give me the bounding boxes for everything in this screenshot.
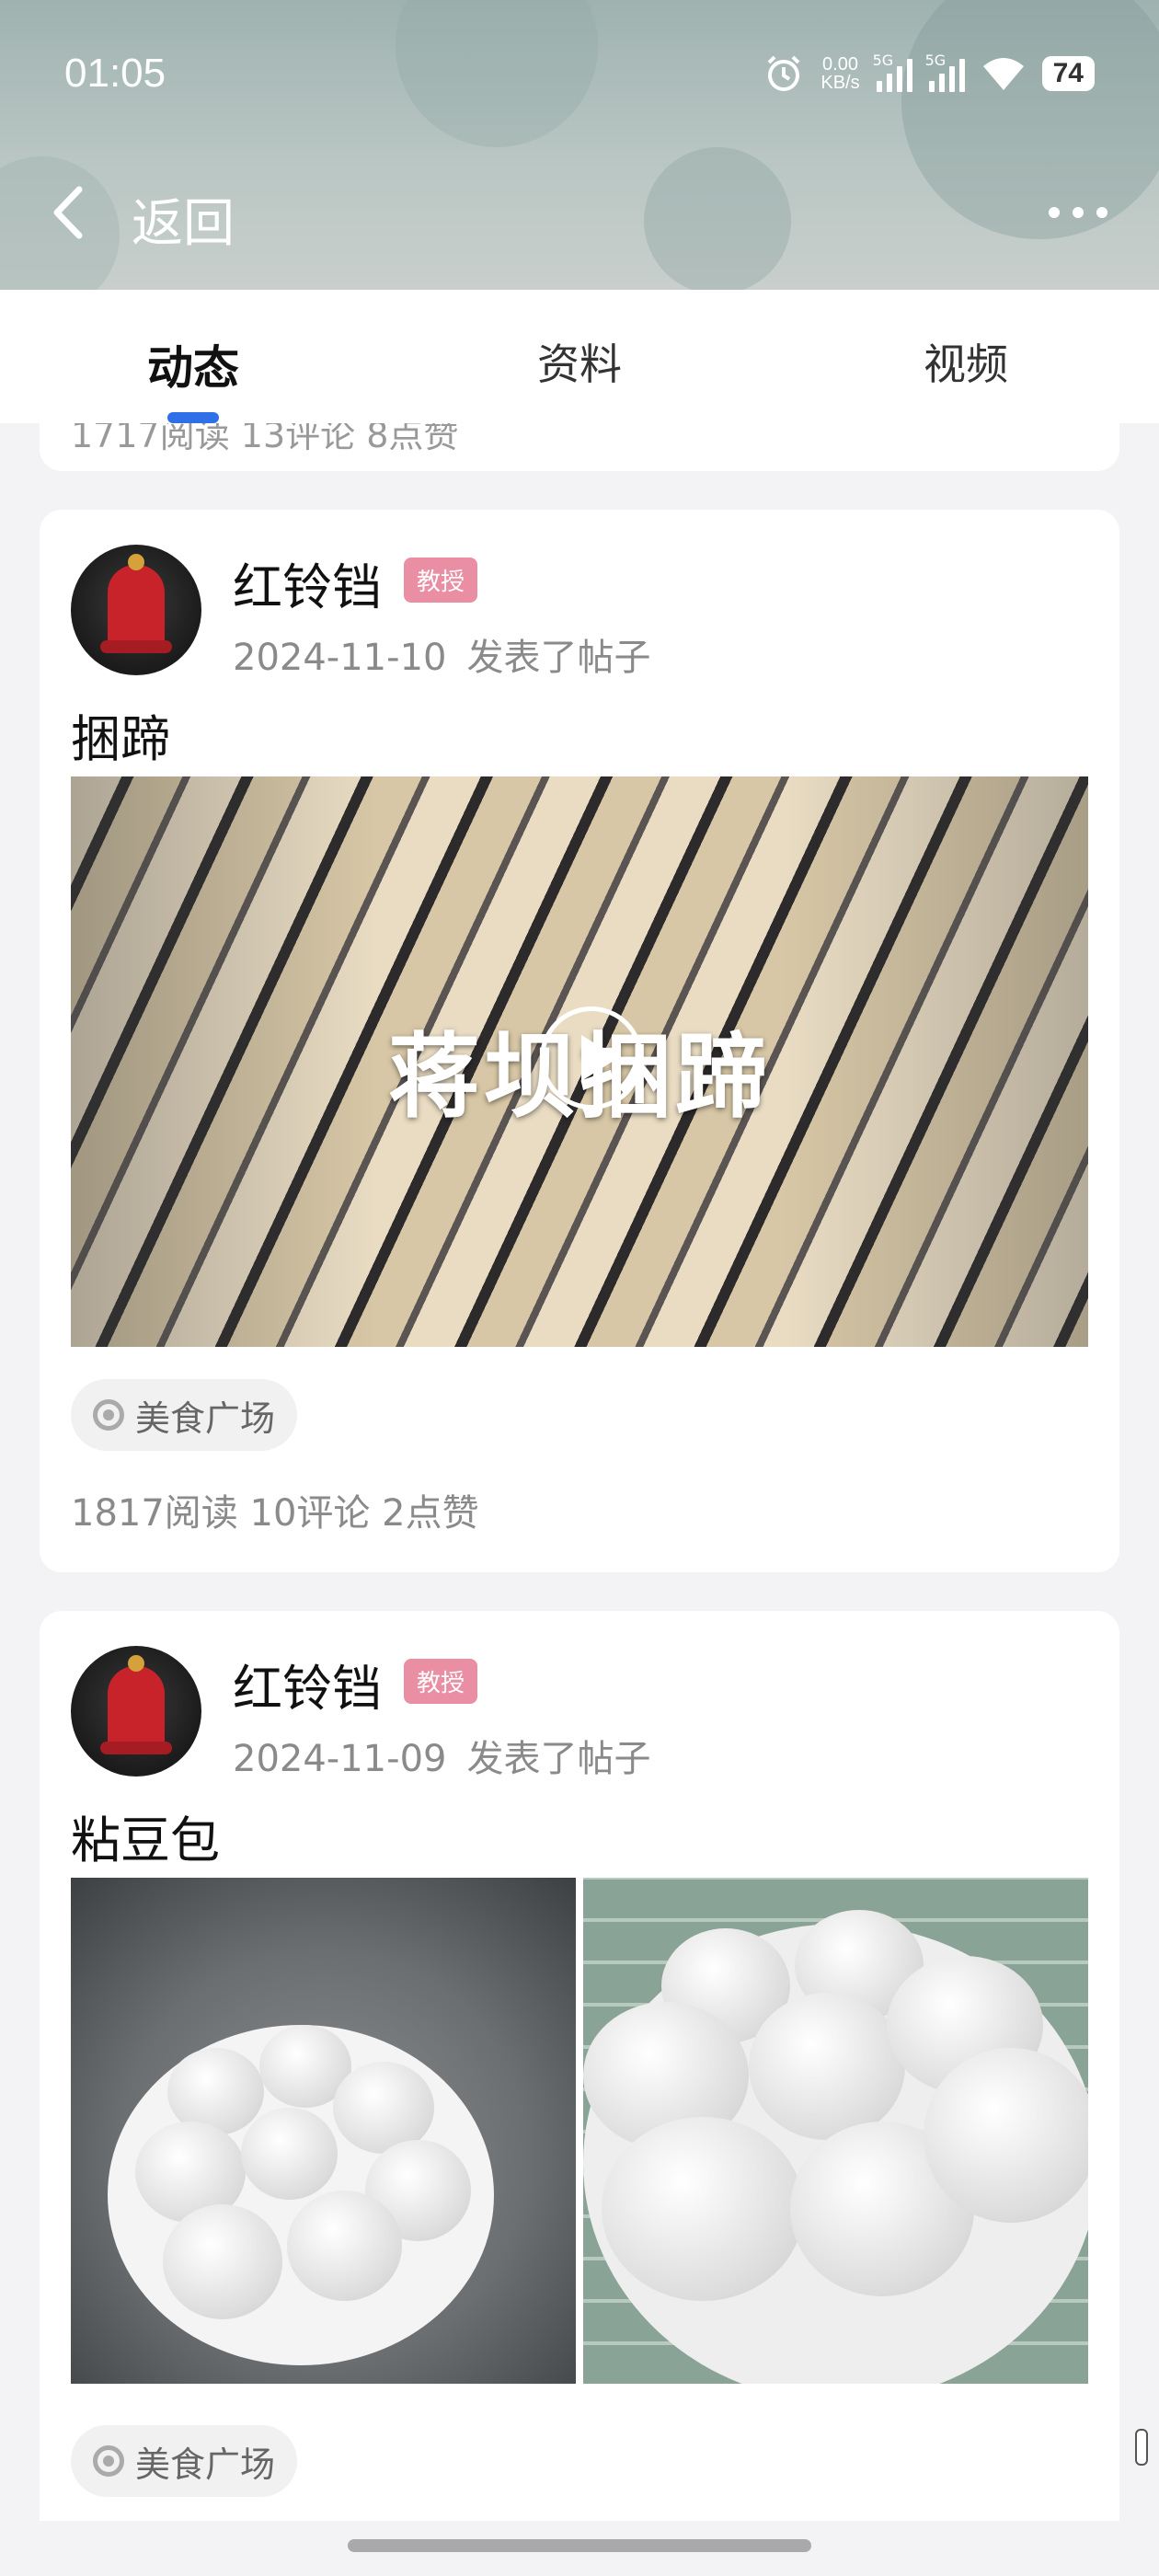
photo-grid	[71, 1878, 1088, 2384]
post-card[interactable]: 红铃铛 教授 2024-11-09 发表了帖子 粘豆包 美食广场	[40, 1611, 1119, 2521]
wifi-icon	[982, 58, 1024, 90]
sim2-label: 5G	[924, 52, 947, 69]
video-thumbnail[interactable]: 蒋坝捆蹄	[71, 776, 1088, 1347]
post-card[interactable]: 红铃铛 教授 2024-11-10 发表了帖子 捆蹄 蒋坝捆蹄 美食广场 1817…	[40, 510, 1119, 1572]
play-icon[interactable]	[540, 1006, 643, 1110]
tab-profile[interactable]: 资料	[386, 290, 773, 423]
active-tab-indicator	[167, 412, 219, 423]
tab-label: 资料	[537, 339, 622, 389]
photo-steamer[interactable]	[71, 1878, 576, 2384]
author-badge: 教授	[404, 1659, 478, 1704]
home-indicator[interactable]	[348, 2539, 811, 2552]
signal-icon: 5G	[925, 52, 965, 92]
post-date: 2024-11-10	[233, 637, 447, 679]
avatar[interactable]	[71, 1646, 201, 1777]
signal-icon: 5G	[873, 52, 912, 92]
scrollbar-thumb[interactable]	[1135, 2429, 1148, 2466]
tab-label: 动态	[147, 341, 239, 395]
tab-bar: 动态 资料 视频	[0, 290, 1159, 423]
net-speed-value: 0.00	[822, 54, 858, 75]
topic-tag[interactable]: 美食广场	[71, 2425, 298, 2497]
author-badge: 教授	[404, 558, 478, 603]
post-date: 2024-11-09	[233, 1738, 447, 1780]
avatar[interactable]	[71, 545, 201, 675]
net-speed-unit: KB/s	[820, 73, 860, 93]
post-title[interactable]: 捆蹄	[71, 698, 170, 771]
author-name[interactable]: 红铃铛	[233, 546, 382, 619]
header: 01:05 0.00 KB/s 5G 5G 74 返回	[0, 0, 1159, 290]
post-meta: 2024-11-10 发表了帖子	[233, 627, 650, 681]
topic-tag[interactable]: 美食广场	[71, 1379, 298, 1451]
post-action: 发表了帖子	[466, 1738, 651, 1780]
battery-indicator: 74	[1041, 56, 1095, 91]
sim1-label: 5G	[872, 52, 894, 69]
tab-videos[interactable]: 视频	[773, 290, 1159, 423]
bell-logo	[100, 565, 172, 653]
post-card-partial[interactable]: 1717阅读 13评论 8点赞	[40, 423, 1119, 471]
more-options-icon[interactable]	[1049, 207, 1107, 218]
photo-plate[interactable]	[583, 1878, 1088, 2384]
bell-logo	[100, 1666, 172, 1754]
post-feed[interactable]: 1717阅读 13评论 8点赞 红铃铛 教授 2024-11-10 发表了帖子 捆…	[40, 423, 1119, 2521]
topic-label: 美食广场	[135, 1397, 276, 1439]
alarm-icon	[767, 55, 800, 91]
nav-bar: 返回	[0, 166, 1159, 258]
net-speed: 0.00 KB/s	[820, 55, 859, 92]
back-arrow-icon[interactable]	[44, 180, 99, 245]
post-stats: 1717阅读 13评论 8点赞	[71, 423, 459, 455]
post-action: 发表了帖子	[466, 637, 651, 679]
back-button[interactable]: 返回	[132, 182, 235, 257]
status-bar: 01:05 0.00 KB/s 5G 5G 74	[0, 0, 1159, 152]
tab-label: 视频	[924, 339, 1008, 389]
topic-icon	[93, 1399, 124, 1431]
topic-icon	[93, 2445, 124, 2477]
post-meta: 2024-11-09 发表了帖子	[233, 1729, 650, 1782]
status-icons: 0.00 KB/s 5G 5G 74	[763, 51, 1095, 97]
author-name[interactable]: 红铃铛	[233, 1648, 382, 1720]
tab-dynamics[interactable]: 动态	[0, 290, 386, 423]
post-title[interactable]: 粘豆包	[71, 1800, 220, 1872]
topic-label: 美食广场	[135, 2444, 276, 2485]
post-stats: 1817阅读 10评论 2点赞	[71, 1492, 479, 1535]
status-time: 01:05	[64, 51, 166, 96]
